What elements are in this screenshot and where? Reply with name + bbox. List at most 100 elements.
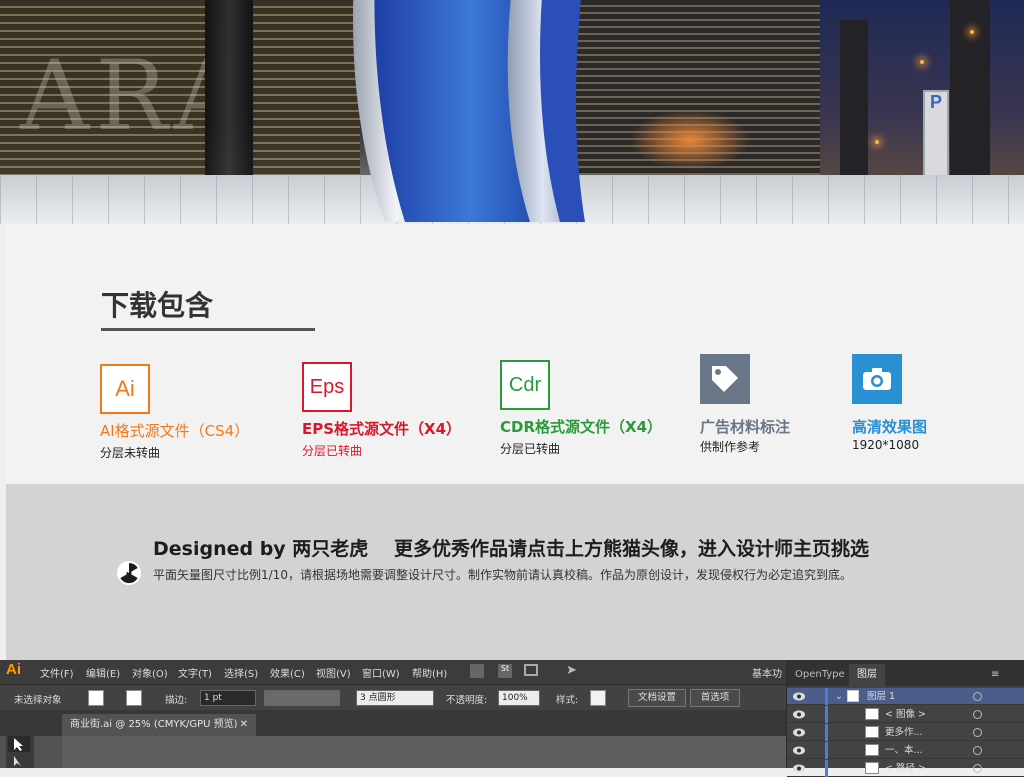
layer-thumbnail <box>865 744 879 756</box>
layer-name[interactable]: 一、本... <box>885 742 923 759</box>
section-title: 下载包含 <box>101 289 214 322</box>
pillar <box>205 0 253 180</box>
title-underline <box>101 328 315 331</box>
gpu-rocket-icon[interactable]: ➤ <box>566 663 577 678</box>
artboard-canvas[interactable] <box>62 736 786 768</box>
workspace-switcher[interactable]: 基本功 <box>752 665 782 680</box>
layer-thumbnail <box>865 726 879 738</box>
menu-effect[interactable]: 效果(C) <box>270 665 305 680</box>
tag-icon <box>700 354 750 404</box>
ai-file-icon: Ai <box>100 364 150 414</box>
selection-tool-icon[interactable] <box>6 734 34 768</box>
storefront-right <box>570 0 820 190</box>
menu-view[interactable]: 视图(V) <box>316 665 351 680</box>
layer-name[interactable]: 更多作... <box>885 724 923 741</box>
format-cdr: Cdr CDR格式源文件（X4） 分层已转曲 <box>500 360 662 456</box>
menu-help[interactable]: 帮助(H) <box>412 665 447 680</box>
tower <box>950 0 990 190</box>
tab-opentype[interactable]: OpenType <box>787 664 853 686</box>
visibility-eye-icon[interactable] <box>793 764 805 773</box>
designer-strip: Designed by 两只老虎 更多优秀作品请点击上方熊猫头像，进入设计师主页… <box>6 484 1024 660</box>
format-sub: 分层已转曲 <box>500 442 561 456</box>
shop-glow <box>630 110 750 170</box>
layer-color-bar <box>825 724 828 741</box>
format-label: EPS格式源文件（X4） <box>302 420 462 438</box>
format-label: AI格式源文件（CS4） <box>100 422 250 440</box>
layer-name[interactable]: 图层 1 <box>867 688 895 705</box>
eps-file-icon: Eps <box>302 362 352 412</box>
document-tab-bar: 商业街.ai @ 25% (CMYK/GPU 预览) ✕ <box>0 710 786 736</box>
panel-tabs: OpenType 图层 ≡ <box>787 660 1024 686</box>
layer-row[interactable]: 一、本... <box>787 742 1024 759</box>
menu-edit[interactable]: 编辑(E) <box>86 665 120 680</box>
visibility-eye-icon[interactable] <box>793 710 805 719</box>
layer-row[interactable]: < 图像 > <box>787 706 1024 723</box>
target-circle-icon[interactable] <box>973 692 982 701</box>
target-circle-icon[interactable] <box>973 746 982 755</box>
menu-file[interactable]: 文件(F) <box>40 665 74 680</box>
format-sub: 1920*1080 <box>852 438 920 452</box>
layer-row[interactable]: ⌄ 图层 1 <box>787 688 1024 705</box>
layer-color-bar <box>825 760 828 777</box>
layer-row[interactable]: < 路径 > <box>787 760 1024 777</box>
document-tab-title: 商业街.ai @ 25% (CMYK/GPU 预览) <box>70 719 238 730</box>
target-circle-icon[interactable] <box>973 710 982 719</box>
designer-note: 平面矢量图尺寸比例1/10，请根据场地需要调整设计尺寸。制作实物前请认真校稿。作… <box>153 568 852 582</box>
graphic-style-swatch[interactable] <box>590 690 606 706</box>
format-sub: 供制作参考 <box>700 440 761 454</box>
layer-thumbnail <box>865 708 879 720</box>
layer-thumbnail <box>865 762 879 774</box>
designer-brand: Designed by 两只老虎 <box>153 538 369 560</box>
street-light <box>970 30 974 34</box>
opacity-label: 不透明度: <box>446 695 488 706</box>
layer-color-bar <box>825 688 828 705</box>
download-section: 下载包含 Ai AI格式源文件（CS4） 分层未转曲 Eps EPS格式源文件（… <box>6 224 1024 484</box>
selection-status: 未选择对象 <box>14 695 62 706</box>
visibility-eye-icon[interactable] <box>793 692 805 701</box>
hero-photo: ARA P <box>0 0 1024 224</box>
radiation-icon <box>117 561 141 585</box>
visibility-eye-icon[interactable] <box>793 728 805 737</box>
menu-window[interactable]: 窗口(W) <box>362 665 400 680</box>
preferences-button[interactable]: 首选项 <box>690 689 740 707</box>
street-light <box>875 140 879 144</box>
bridge-icon[interactable] <box>470 664 484 678</box>
fill-swatch[interactable] <box>88 690 104 706</box>
target-circle-icon[interactable] <box>973 764 982 773</box>
target-circle-icon[interactable] <box>973 728 982 737</box>
storefront-left: ARA <box>0 0 360 180</box>
stock-icon[interactable]: St <box>498 664 512 678</box>
format-eps: Eps EPS格式源文件（X4） 分层已转曲 <box>302 362 461 458</box>
layer-color-bar <box>825 706 828 723</box>
close-tab-icon[interactable]: ✕ <box>240 714 248 736</box>
menu-type[interactable]: 文字(T) <box>178 665 212 680</box>
variable-width-profile[interactable] <box>264 690 340 706</box>
tools-panel <box>6 734 34 768</box>
format-annotation: 广告材料标注 供制作参考 <box>700 354 790 454</box>
arrange-docs-icon[interactable] <box>524 664 538 676</box>
illustrator-app-icon[interactable]: Ai <box>6 661 28 683</box>
stroke-swatch[interactable] <box>126 690 142 706</box>
layer-row[interactable]: 更多作... <box>787 724 1024 741</box>
layer-name[interactable]: < 路径 > <box>885 760 926 777</box>
menu-object[interactable]: 对象(O) <box>132 665 168 680</box>
tab-layers[interactable]: 图层 <box>849 664 885 686</box>
layer-name[interactable]: < 图像 > <box>885 706 926 723</box>
style-label: 样式: <box>556 695 579 706</box>
stroke-weight-input[interactable]: 1 pt <box>200 690 256 706</box>
format-label: 广告材料标注 <box>700 418 791 436</box>
layer-thumbnail <box>847 690 859 702</box>
format-label: 高清效果图 <box>852 418 928 436</box>
opacity-input[interactable]: 100% <box>498 690 540 706</box>
panel-menu-icon[interactable]: ≡ <box>983 664 1007 686</box>
format-sub: 分层已转曲 <box>302 444 363 458</box>
document-tab[interactable]: 商业街.ai @ 25% (CMYK/GPU 预览) ✕ <box>62 714 256 736</box>
menu-select[interactable]: 选择(S) <box>224 665 258 680</box>
tower <box>840 20 868 190</box>
brush-definition[interactable]: 3 点圆形 <box>356 690 434 706</box>
document-setup-button[interactable]: 文档设置 <box>628 689 686 707</box>
visibility-eye-icon[interactable] <box>793 746 805 755</box>
format-sub: 分层未转曲 <box>100 446 161 460</box>
chevron-down-icon[interactable]: ⌄ <box>835 688 843 705</box>
control-bar: 未选择对象 描边: 1 pt 3 点圆形 不透明度: 100% 样式: 文档设置… <box>0 684 786 710</box>
